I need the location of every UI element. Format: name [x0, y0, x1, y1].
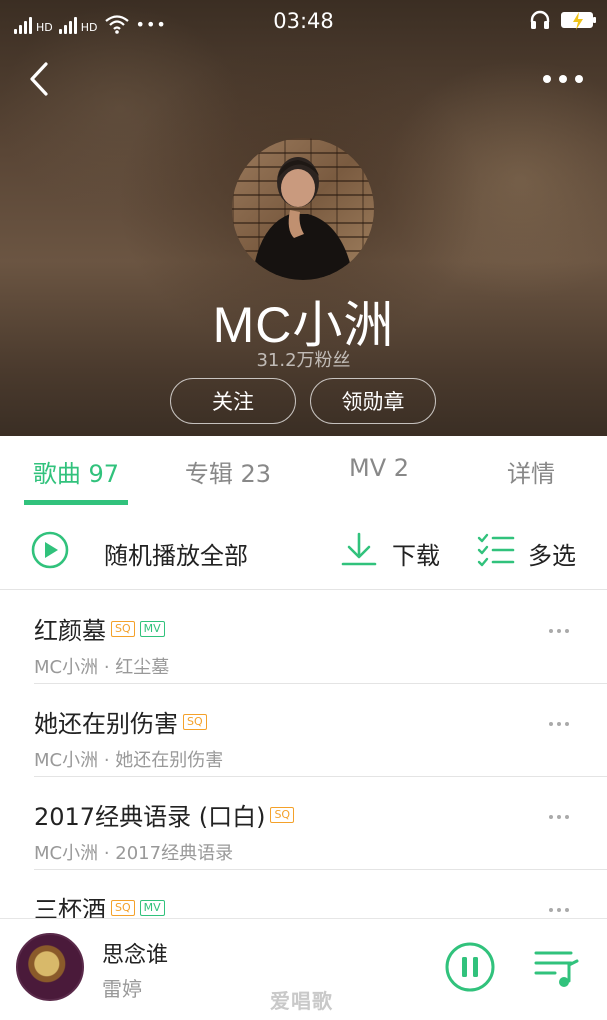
artist-silhouette	[252, 157, 354, 280]
battery-charging-icon	[561, 12, 596, 30]
song-subtitle: MC小洲 · 2017经典语录	[34, 843, 234, 864]
sq-tag: SQ	[183, 713, 207, 730]
playlist-icon[interactable]	[531, 941, 583, 993]
mv-tag[interactable]: MV	[139, 899, 165, 916]
song-more-icon[interactable]	[549, 629, 569, 633]
song-row[interactable]: 2017经典语录 (口白) SQ MC小洲 · 2017经典语录	[0, 777, 607, 870]
action-bar: 随机播放全部 下载 多选	[0, 508, 607, 590]
song-more-icon[interactable]	[549, 722, 569, 726]
tab-mv[interactable]: MV 2	[303, 454, 455, 482]
song-title: 红颜墓	[34, 617, 106, 645]
album-cover[interactable]	[16, 933, 84, 1001]
song-subtitle: MC小洲 · 她还在别伤害	[34, 750, 224, 771]
artist-header: HD HD ••• 03:48 MC小洲 31.2万粉丝 关注 领勋章	[0, 0, 607, 436]
follow-button[interactable]: 关注	[170, 378, 296, 424]
song-title-row: 她还在别伤害 SQ	[34, 704, 207, 739]
sq-tag: SQ	[111, 899, 135, 916]
pause-icon[interactable]	[444, 941, 496, 993]
sq-tag: SQ	[270, 806, 295, 823]
watermark-text: 爱唱歌	[270, 989, 333, 1013]
claim-badge-button[interactable]: 领勋章	[310, 378, 436, 424]
headphone-icon	[530, 10, 550, 29]
song-title-row: 红颜墓 SQ MV	[34, 611, 165, 646]
multiselect-icon[interactable]	[476, 530, 516, 570]
song-title: 2017经典语录 (口白)	[34, 803, 266, 831]
active-tab-indicator	[24, 500, 128, 505]
now-playing-artist: 雷婷	[102, 977, 142, 1001]
mv-tag[interactable]: MV	[139, 620, 165, 637]
tab-songs[interactable]: 歌曲 97	[0, 454, 152, 489]
multiselect-button[interactable]: 多选	[528, 536, 576, 571]
now-playing-title: 思念谁	[102, 943, 169, 968]
status-time: 03:48	[273, 9, 334, 33]
sq-tag: SQ	[111, 620, 135, 637]
song-row[interactable]: 她还在别伤害 SQ MC小洲 · 她还在别伤害	[0, 684, 607, 777]
song-title-row: 2017经典语录 (口白) SQ	[34, 797, 295, 832]
status-right	[529, 9, 596, 31]
fan-count: 31.2万粉丝	[256, 350, 351, 371]
song-row[interactable]: 红颜墓 SQ MV MC小洲 · 红尘墓	[0, 591, 607, 684]
play-circle-icon[interactable]	[30, 530, 70, 570]
tab-bar: 歌曲 97 专辑 23 MV 2 详情	[0, 436, 607, 508]
artist-avatar	[232, 138, 374, 280]
song-more-icon[interactable]	[549, 908, 569, 912]
more-horizontal-icon[interactable]	[543, 66, 583, 92]
status-bar: HD HD ••• 03:48	[0, 0, 607, 42]
download-button[interactable]: 下载	[392, 536, 440, 571]
shuffle-play-all-button[interactable]: 随机播放全部	[104, 536, 248, 571]
song-subtitle: MC小洲 · 红尘墓	[34, 657, 170, 678]
tab-details[interactable]: 详情	[455, 454, 607, 489]
back-arrow-icon[interactable]	[22, 58, 56, 100]
song-more-icon[interactable]	[549, 815, 569, 819]
tab-albums[interactable]: 专辑 23	[152, 454, 304, 489]
mini-player[interactable]: 思念谁 雷婷 爱唱歌	[0, 918, 607, 1020]
download-icon[interactable]	[339, 530, 379, 570]
song-title: 她还在别伤害	[34, 710, 178, 738]
charging-bolt-icon	[573, 12, 583, 30]
